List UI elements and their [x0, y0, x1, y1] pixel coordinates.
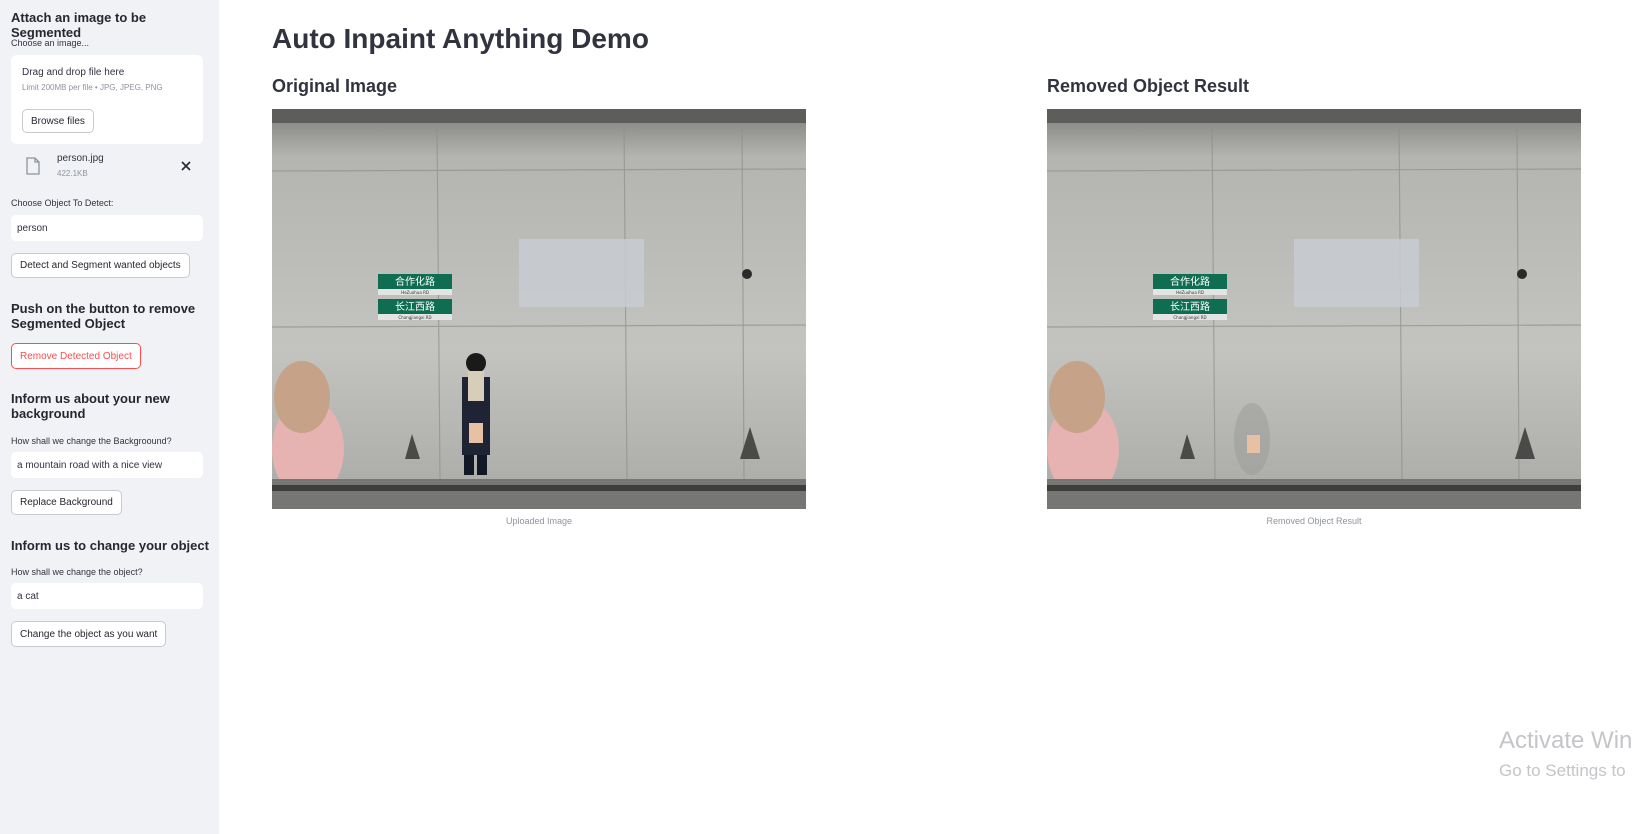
result-image-caption: Removed Object Result: [1266, 516, 1362, 526]
sign-top-text: 合作化路: [395, 275, 435, 288]
sidebar: Attach an image to be Segmented Choose a…: [0, 0, 219, 834]
activation-watermark-subtitle: Go to Settings to: [1499, 761, 1626, 780]
result-image: 合作化路 HeZuohua RD 长江西路 Changjiangxi RD: [1047, 109, 1581, 509]
object-heading: Inform us to change your object: [11, 538, 209, 553]
sign-bottom-subtext: Changjiangxi RD: [1173, 315, 1206, 320]
object-input[interactable]: a cat: [11, 583, 203, 609]
remove-heading: Push on the button to remove Segmented O…: [11, 301, 196, 331]
original-image-caption: Uploaded Image: [505, 516, 573, 526]
detect-segment-button[interactable]: Detect and Segment wanted objects: [11, 253, 190, 278]
background-label: How shall we change the Backgroound?: [11, 436, 172, 446]
background-heading: Inform us about your new background: [11, 391, 170, 421]
file-icon: [26, 157, 40, 175]
result-image-title: Removed Object Result: [1047, 76, 1250, 96]
change-object-button[interactable]: Change the object as you want: [11, 621, 167, 647]
file-name: person.jpg: [57, 153, 104, 164]
object-label: How shall we change the object?: [11, 567, 143, 577]
dropzone-limit: Limit 200MB per file • JPG, JPEG, PNG: [22, 83, 163, 92]
remove-detected-object-button[interactable]: Remove Detected Object: [11, 343, 141, 369]
replace-background-button[interactable]: Replace Background: [11, 490, 122, 515]
file-size: 422.1KB: [57, 169, 88, 178]
dropzone-title: Drag and drop file here: [22, 67, 125, 78]
uploaded-file: person.jpg 422.1KB: [20, 152, 200, 182]
sign-top-subtext: HeZuohua RD: [401, 290, 429, 295]
upload-heading: Attach an image to be Segmented: [11, 10, 147, 40]
browse-files-button[interactable]: Browse files: [22, 109, 94, 133]
background-input[interactable]: a mountain road with a nice view: [11, 452, 203, 478]
detect-object-input[interactable]: person: [11, 215, 203, 241]
sign-top-text: 合作化路: [1170, 275, 1210, 288]
sign-bottom-subtext: Changjiangxi RD: [398, 315, 431, 320]
original-image: 合作化路 HeZuohua RD 长江西路 Changjiangxi RD: [272, 109, 806, 509]
detect-object-label: Choose Object To Detect:: [11, 198, 114, 208]
activation-watermark-title: Activate Win: [1499, 727, 1633, 754]
page-title: Auto Inpaint Anything Demo: [272, 23, 649, 54]
sign-bottom-text: 长江西路: [1170, 300, 1210, 313]
choose-image-label: Choose an image...: [11, 38, 90, 48]
sign-bottom-text: 长江西路: [395, 300, 435, 313]
sign-top-subtext: HeZuohua RD: [1176, 290, 1204, 295]
close-icon[interactable]: [181, 161, 191, 171]
original-image-title: Original Image: [272, 76, 398, 96]
